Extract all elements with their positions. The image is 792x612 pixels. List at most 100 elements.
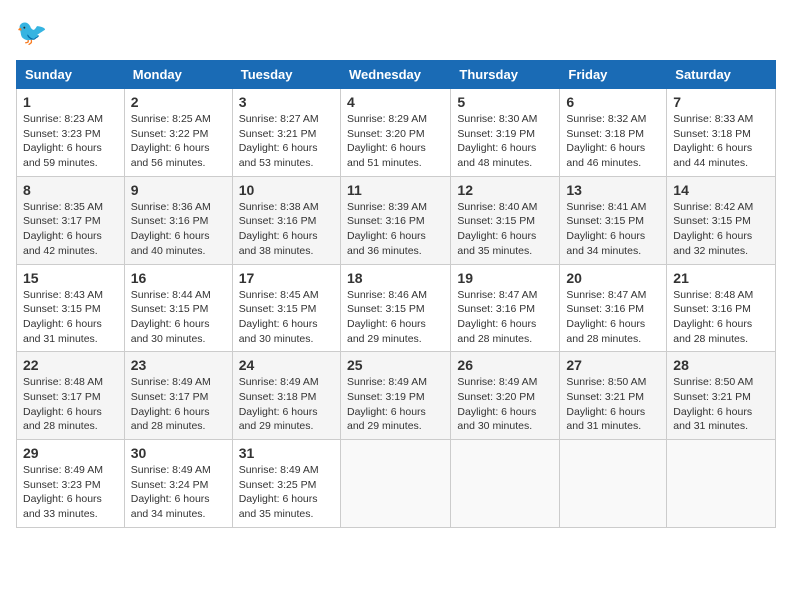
- calendar-header-row: SundayMondayTuesdayWednesdayThursdayFrid…: [17, 61, 776, 89]
- sunset-label: Sunset: 3:16 PM: [347, 215, 425, 227]
- day-number: 1: [23, 94, 118, 110]
- sunset-label: Sunset: 3:21 PM: [673, 391, 751, 403]
- sunset-label: Sunset: 3:17 PM: [23, 391, 101, 403]
- day-number: 11: [347, 182, 444, 198]
- daylight-label: Daylight: 6 hours and 42 minutes.: [23, 230, 102, 257]
- daylight-label: Daylight: 6 hours and 31 minutes.: [566, 406, 645, 433]
- sunrise-label: Sunrise: 8:50 AM: [673, 376, 753, 388]
- day-info: Sunrise: 8:48 AM Sunset: 3:16 PM Dayligh…: [673, 288, 769, 347]
- sunset-label: Sunset: 3:15 PM: [131, 303, 209, 315]
- sunset-label: Sunset: 3:22 PM: [131, 128, 209, 140]
- calendar-cell: [667, 440, 776, 528]
- day-number: 12: [457, 182, 553, 198]
- day-info: Sunrise: 8:46 AM Sunset: 3:15 PM Dayligh…: [347, 288, 444, 347]
- daylight-label: Daylight: 6 hours and 32 minutes.: [673, 230, 752, 257]
- sunset-label: Sunset: 3:21 PM: [566, 391, 644, 403]
- sunrise-label: Sunrise: 8:46 AM: [347, 289, 427, 301]
- day-info: Sunrise: 8:43 AM Sunset: 3:15 PM Dayligh…: [23, 288, 118, 347]
- sunset-label: Sunset: 3:24 PM: [131, 479, 209, 491]
- calendar-cell: 31 Sunrise: 8:49 AM Sunset: 3:25 PM Dayl…: [232, 440, 340, 528]
- day-info: Sunrise: 8:42 AM Sunset: 3:15 PM Dayligh…: [673, 200, 769, 259]
- sunrise-label: Sunrise: 8:33 AM: [673, 113, 753, 125]
- day-number: 15: [23, 270, 118, 286]
- calendar-cell: 10 Sunrise: 8:38 AM Sunset: 3:16 PM Dayl…: [232, 176, 340, 264]
- day-info: Sunrise: 8:49 AM Sunset: 3:17 PM Dayligh…: [131, 375, 226, 434]
- daylight-label: Daylight: 6 hours and 38 minutes.: [239, 230, 318, 257]
- column-header-monday: Monday: [124, 61, 232, 89]
- day-number: 27: [566, 357, 660, 373]
- sunset-label: Sunset: 3:16 PM: [239, 215, 317, 227]
- svg-text:🐦: 🐦: [16, 19, 47, 47]
- sunset-label: Sunset: 3:17 PM: [23, 215, 101, 227]
- sunset-label: Sunset: 3:20 PM: [457, 391, 535, 403]
- calendar-cell: 6 Sunrise: 8:32 AM Sunset: 3:18 PM Dayli…: [560, 89, 667, 177]
- day-number: 28: [673, 357, 769, 373]
- calendar-cell: 30 Sunrise: 8:49 AM Sunset: 3:24 PM Dayl…: [124, 440, 232, 528]
- daylight-label: Daylight: 6 hours and 29 minutes.: [347, 318, 426, 345]
- day-number: 18: [347, 270, 444, 286]
- sunset-label: Sunset: 3:19 PM: [457, 128, 535, 140]
- sunrise-label: Sunrise: 8:44 AM: [131, 289, 211, 301]
- sunrise-label: Sunrise: 8:48 AM: [673, 289, 753, 301]
- day-number: 19: [457, 270, 553, 286]
- sunrise-label: Sunrise: 8:25 AM: [131, 113, 211, 125]
- day-info: Sunrise: 8:45 AM Sunset: 3:15 PM Dayligh…: [239, 288, 334, 347]
- daylight-label: Daylight: 6 hours and 56 minutes.: [131, 142, 210, 169]
- day-number: 13: [566, 182, 660, 198]
- day-number: 22: [23, 357, 118, 373]
- daylight-label: Daylight: 6 hours and 34 minutes.: [566, 230, 645, 257]
- day-info: Sunrise: 8:50 AM Sunset: 3:21 PM Dayligh…: [566, 375, 660, 434]
- daylight-label: Daylight: 6 hours and 59 minutes.: [23, 142, 102, 169]
- sunrise-label: Sunrise: 8:39 AM: [347, 201, 427, 213]
- calendar-cell: 20 Sunrise: 8:47 AM Sunset: 3:16 PM Dayl…: [560, 264, 667, 352]
- sunset-label: Sunset: 3:19 PM: [347, 391, 425, 403]
- day-number: 26: [457, 357, 553, 373]
- day-info: Sunrise: 8:44 AM Sunset: 3:15 PM Dayligh…: [131, 288, 226, 347]
- sunset-label: Sunset: 3:18 PM: [566, 128, 644, 140]
- daylight-label: Daylight: 6 hours and 31 minutes.: [23, 318, 102, 345]
- calendar-cell: 3 Sunrise: 8:27 AM Sunset: 3:21 PM Dayli…: [232, 89, 340, 177]
- sunrise-label: Sunrise: 8:36 AM: [131, 201, 211, 213]
- column-header-wednesday: Wednesday: [340, 61, 450, 89]
- calendar-cell: 2 Sunrise: 8:25 AM Sunset: 3:22 PM Dayli…: [124, 89, 232, 177]
- day-number: 4: [347, 94, 444, 110]
- sunrise-label: Sunrise: 8:48 AM: [23, 376, 103, 388]
- sunset-label: Sunset: 3:17 PM: [131, 391, 209, 403]
- day-info: Sunrise: 8:47 AM Sunset: 3:16 PM Dayligh…: [566, 288, 660, 347]
- day-info: Sunrise: 8:29 AM Sunset: 3:20 PM Dayligh…: [347, 112, 444, 171]
- sunrise-label: Sunrise: 8:38 AM: [239, 201, 319, 213]
- daylight-label: Daylight: 6 hours and 30 minutes.: [239, 318, 318, 345]
- day-number: 6: [566, 94, 660, 110]
- day-info: Sunrise: 8:49 AM Sunset: 3:19 PM Dayligh…: [347, 375, 444, 434]
- calendar-cell: 23 Sunrise: 8:49 AM Sunset: 3:17 PM Dayl…: [124, 352, 232, 440]
- calendar-cell: 14 Sunrise: 8:42 AM Sunset: 3:15 PM Dayl…: [667, 176, 776, 264]
- sunrise-label: Sunrise: 8:23 AM: [23, 113, 103, 125]
- day-info: Sunrise: 8:49 AM Sunset: 3:20 PM Dayligh…: [457, 375, 553, 434]
- calendar-cell: 28 Sunrise: 8:50 AM Sunset: 3:21 PM Dayl…: [667, 352, 776, 440]
- day-info: Sunrise: 8:36 AM Sunset: 3:16 PM Dayligh…: [131, 200, 226, 259]
- column-header-thursday: Thursday: [451, 61, 560, 89]
- calendar-cell: 9 Sunrise: 8:36 AM Sunset: 3:16 PM Dayli…: [124, 176, 232, 264]
- day-info: Sunrise: 8:30 AM Sunset: 3:19 PM Dayligh…: [457, 112, 553, 171]
- sunrise-label: Sunrise: 8:49 AM: [347, 376, 427, 388]
- day-info: Sunrise: 8:41 AM Sunset: 3:15 PM Dayligh…: [566, 200, 660, 259]
- calendar-cell: 18 Sunrise: 8:46 AM Sunset: 3:15 PM Dayl…: [340, 264, 450, 352]
- daylight-label: Daylight: 6 hours and 30 minutes.: [457, 406, 536, 433]
- day-number: 30: [131, 445, 226, 461]
- calendar-cell: 8 Sunrise: 8:35 AM Sunset: 3:17 PM Dayli…: [17, 176, 125, 264]
- calendar-cell: 25 Sunrise: 8:49 AM Sunset: 3:19 PM Dayl…: [340, 352, 450, 440]
- column-header-saturday: Saturday: [667, 61, 776, 89]
- sunrise-label: Sunrise: 8:49 AM: [131, 376, 211, 388]
- daylight-label: Daylight: 6 hours and 35 minutes.: [457, 230, 536, 257]
- daylight-label: Daylight: 6 hours and 28 minutes.: [673, 318, 752, 345]
- daylight-label: Daylight: 6 hours and 29 minutes.: [347, 406, 426, 433]
- day-info: Sunrise: 8:49 AM Sunset: 3:24 PM Dayligh…: [131, 463, 226, 522]
- calendar-cell: 1 Sunrise: 8:23 AM Sunset: 3:23 PM Dayli…: [17, 89, 125, 177]
- daylight-label: Daylight: 6 hours and 48 minutes.: [457, 142, 536, 169]
- calendar-cell: 12 Sunrise: 8:40 AM Sunset: 3:15 PM Dayl…: [451, 176, 560, 264]
- day-info: Sunrise: 8:47 AM Sunset: 3:16 PM Dayligh…: [457, 288, 553, 347]
- day-number: 8: [23, 182, 118, 198]
- sunrise-label: Sunrise: 8:27 AM: [239, 113, 319, 125]
- day-number: 17: [239, 270, 334, 286]
- day-number: 9: [131, 182, 226, 198]
